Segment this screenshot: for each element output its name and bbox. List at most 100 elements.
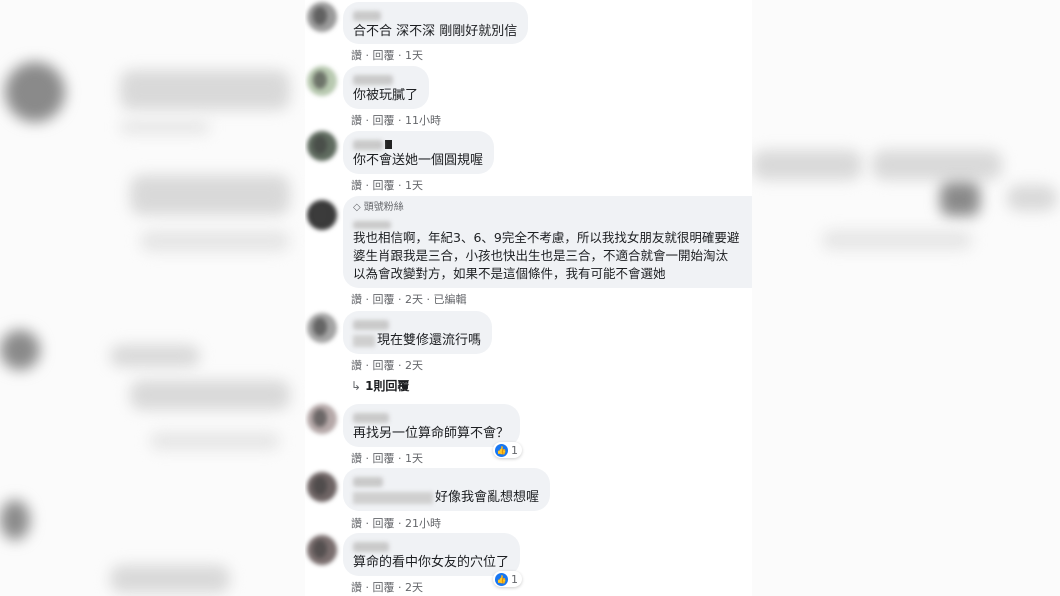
comment-bubble: 合不合 深不深 剛剛好就別信	[343, 2, 529, 44]
blurred-text	[120, 120, 210, 134]
like-icon: 👍	[495, 443, 508, 457]
comment-bubble: 現在雙修還流行嗎	[343, 311, 493, 354]
comment-actions: 讚 · 回覆 · 2天	[351, 357, 423, 373]
comment-text-line: 我也相信啊，年紀3、6、9完全不考慮，所以我找女朋友就很明確要避	[353, 230, 740, 245]
timestamp[interactable]: 2天	[405, 359, 423, 372]
blurred-background-left	[0, 0, 305, 596]
reaction-count[interactable]: 👍 1	[493, 442, 522, 458]
edited-label[interactable]: 已編輯	[434, 293, 467, 306]
separator: ·	[365, 114, 370, 127]
like-link[interactable]: 讚	[351, 452, 362, 465]
timestamp[interactable]: 1天	[405, 49, 423, 62]
blurred-bubble	[110, 565, 230, 593]
blurred-avatar	[5, 62, 65, 122]
blurred-bubble	[872, 150, 1002, 180]
avatar[interactable]	[307, 404, 337, 434]
avatar[interactable]	[307, 313, 337, 343]
reply-link[interactable]: 回覆	[373, 452, 395, 465]
comment-bubble: 算命的看中你女友的穴位了	[343, 533, 521, 576]
diamond-icon: ◇	[353, 202, 361, 213]
comment-bubble: 再找另一位算命師算不會？	[343, 404, 521, 447]
avatar[interactable]	[307, 2, 337, 32]
reply-link[interactable]: 回覆	[373, 359, 395, 372]
comment-text-line: 以為會改變對方，如果不是這個條件，我有可能不會選她	[353, 266, 666, 281]
separator: ·	[398, 452, 402, 465]
timestamp[interactable]: 11小時	[405, 114, 441, 127]
like-link[interactable]: 讚	[351, 293, 362, 306]
blurred-text	[150, 432, 280, 450]
blurred-bubble	[130, 175, 290, 215]
separator: ·	[365, 49, 370, 62]
comment-text: 你不會送她一個圓規喔	[353, 153, 484, 168]
blurred-bubble	[752, 150, 862, 180]
reply-link[interactable]: 回覆	[373, 114, 395, 127]
blurred-bubble	[120, 70, 290, 110]
like-link[interactable]: 讚	[351, 49, 362, 62]
timestamp[interactable]: 2天	[405, 293, 423, 306]
comment-text: 好像我會亂想想喔	[353, 489, 539, 506]
like-link[interactable]: 讚	[351, 359, 362, 372]
separator: ·	[365, 517, 370, 530]
like-link[interactable]: 讚	[351, 581, 362, 594]
comment-text: 再找另一位算命師算不會？	[353, 426, 510, 441]
comment-list: 合不合 深不深 剛剛好就別信 讚 · 回覆 · 1天 你被玩膩了 讚 · 回覆 …	[305, 0, 752, 596]
timestamp[interactable]: 21小時	[405, 517, 441, 530]
comment-actions: 讚 · 回覆 · 21小時	[351, 515, 441, 531]
separator: ·	[398, 179, 402, 192]
reply-link[interactable]: 回覆	[373, 49, 395, 62]
avatar[interactable]	[307, 472, 337, 502]
like-link[interactable]: 讚	[351, 517, 362, 530]
comment-text: 算命的看中你女友的穴位了	[353, 555, 510, 570]
separator: ·	[398, 114, 402, 127]
blurred-text	[140, 230, 290, 252]
blurred-avatar	[0, 330, 40, 370]
commenter-name[interactable]	[353, 136, 483, 150]
separator: ·	[365, 293, 370, 306]
timestamp[interactable]: 1天	[405, 179, 423, 192]
like-link[interactable]: 讚	[351, 114, 362, 127]
comment-text: 你被玩膩了	[353, 88, 419, 103]
reaction-count[interactable]: 👍 1	[493, 571, 522, 587]
reply-link[interactable]: 回覆	[373, 581, 395, 594]
commenter-name[interactable]	[353, 216, 752, 229]
blurred-mention	[353, 334, 375, 347]
comment-actions: 讚 · 回覆 · 1天	[351, 177, 423, 193]
view-replies-link[interactable]: ↳ 1則回覆	[351, 377, 409, 394]
comment-text-line: 婆生肖跟我是三合，小孩也快出生也是三合，不適合就會一開始淘汰	[353, 248, 729, 263]
comment-actions: 讚 · 回覆 · 1天	[351, 47, 423, 63]
commenter-name[interactable]	[353, 7, 517, 21]
separator: ·	[398, 49, 402, 62]
blurred-bubble	[110, 345, 200, 367]
reply-link[interactable]: 回覆	[373, 179, 395, 192]
commenter-name[interactable]	[353, 316, 481, 330]
timestamp[interactable]: 1天	[405, 452, 423, 465]
blurred-avatar	[940, 182, 980, 216]
avatar[interactable]	[307, 535, 337, 565]
like-link[interactable]: 讚	[351, 179, 362, 192]
badge-label: 頭號粉絲	[363, 202, 404, 213]
separator: ·	[365, 359, 370, 372]
separator: ·	[365, 452, 370, 465]
timestamp[interactable]: 2天	[405, 581, 423, 594]
avatar[interactable]	[307, 131, 337, 161]
commenter-name[interactable]	[353, 538, 509, 552]
comment-bubble: ◇ 頭號粉絲 我也相信啊，年紀3、6、9完全不考慮，所以我找女朋友就很明確要避 …	[343, 196, 752, 288]
reply-link[interactable]: 回覆	[373, 517, 395, 530]
comment-actions: 讚 · 回覆 · 2天 · 已編輯	[351, 291, 467, 307]
commenter-name[interactable]	[353, 71, 418, 85]
commenter-name[interactable]	[353, 473, 539, 487]
blurred-avatar	[0, 500, 30, 540]
comment-text: 現在雙修還流行嗎	[353, 332, 481, 349]
commenter-name[interactable]	[353, 409, 509, 423]
avatar[interactable]	[307, 200, 337, 230]
blurred-bubble	[130, 380, 290, 410]
avatar[interactable]	[307, 66, 337, 96]
blurred-background-right	[752, 0, 1060, 596]
comment-bubble: 你不會送她一個圓規喔	[343, 131, 495, 174]
blurred-bubble	[1007, 185, 1057, 211]
separator: ·	[398, 359, 402, 372]
reply-link[interactable]: 回覆	[373, 293, 395, 306]
comment-bubble: 好像我會亂想想喔	[343, 468, 551, 511]
separator: ·	[398, 581, 402, 594]
blurred-mention	[353, 491, 433, 504]
